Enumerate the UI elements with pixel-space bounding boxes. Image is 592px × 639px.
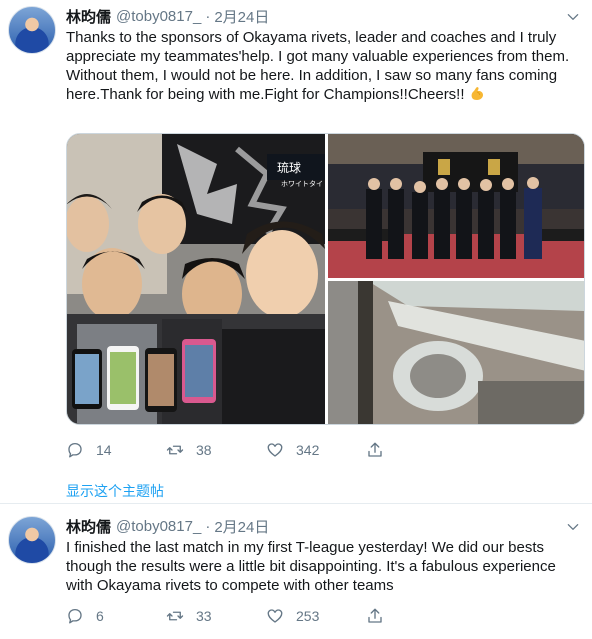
- share-icon: [368, 442, 382, 457]
- chevron-down-icon[interactable]: [566, 10, 580, 24]
- tweet-text-block: Thanks to the sponsors of Okayama rivets…: [66, 28, 576, 104]
- tweet-timestamp[interactable]: 2月24日: [214, 6, 269, 27]
- share-button[interactable]: [366, 441, 396, 459]
- heart-icon: [267, 443, 283, 457]
- tweet-media-grid[interactable]: 琉球 ホワイトタイ: [66, 133, 585, 425]
- display-name[interactable]: 林昀儒: [66, 6, 111, 27]
- photo-airplane-window[interactable]: [328, 281, 584, 424]
- tweet-header: 林昀儒 @toby0817_ · 2月24日: [66, 6, 269, 26]
- like-count: 342: [296, 442, 320, 458]
- tweet[interactable]: 林昀儒 @toby0817_ · 2月24日 Thanks to the spo…: [0, 0, 592, 504]
- photo-team-selfie[interactable]: 琉球 ホワイトタイ: [67, 134, 325, 424]
- flexed-biceps-emoji: [469, 85, 485, 101]
- show-thread-link[interactable]: 显示这个主题帖: [66, 481, 164, 501]
- svg-text:琉球: 琉球: [277, 161, 301, 175]
- user-handle[interactable]: @toby0817_: [116, 8, 201, 25]
- like-button[interactable]: 342: [266, 441, 366, 459]
- avatar[interactable]: [8, 516, 56, 564]
- reply-icon: [68, 442, 82, 458]
- tweet-text: Thanks to the sponsors of Okayama rivets…: [66, 29, 570, 103]
- tweet-actions: 14 38 342: [66, 441, 396, 459]
- avatar[interactable]: [8, 6, 56, 54]
- retweet-icon: [166, 445, 184, 455]
- retweet-button[interactable]: 38: [166, 441, 266, 459]
- tweet-feed: 林昀儒 @toby0817_ · 2月24日 Thanks to the spo…: [0, 0, 592, 639]
- reply-count: 14: [96, 442, 112, 458]
- separator-dot: ·: [205, 7, 211, 25]
- retweet-count: 38: [196, 442, 212, 458]
- reply-button[interactable]: 14: [66, 441, 166, 459]
- svg-text:ホワイトタイ: ホワイトタイ: [281, 179, 323, 188]
- tweet[interactable]: [0, 504, 592, 639]
- photo-team-on-stage[interactable]: [328, 134, 584, 278]
